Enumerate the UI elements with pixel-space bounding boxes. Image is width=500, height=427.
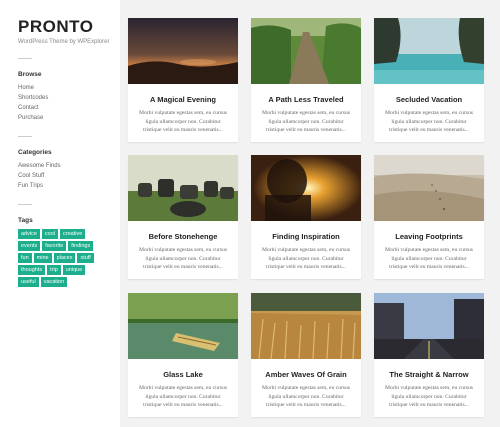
post-thumbnail[interactable] (128, 18, 238, 84)
categories-heading: Categories (18, 149, 52, 156)
post-card: Before Stonehenge Morbi vulputate egesta… (128, 155, 238, 279)
post-title[interactable]: A Path Less Traveled (251, 95, 361, 104)
browse-heading: Browse (18, 71, 42, 78)
post-excerpt: Morbi vulputate egestas sem, eu cursus l… (262, 385, 350, 409)
tag-fun[interactable]: fun (18, 253, 32, 263)
tag-mine[interactable]: mine (33, 253, 52, 263)
post-card: Leaving Footprints Morbi vulputate egest… (374, 155, 484, 279)
tag-cloud: advice cool creative events favorite fin… (18, 229, 100, 287)
tag-useful[interactable]: useful (18, 277, 39, 287)
tag-stuff[interactable]: stuff (77, 253, 94, 263)
tag-findings[interactable]: findings (68, 241, 94, 251)
post-title[interactable]: Secluded Vacation (374, 95, 484, 104)
category-link-cool-stuff[interactable]: Cool Stuff (18, 171, 120, 181)
sidebar: PRONTO WordPress Theme by WPExplorer Bro… (0, 0, 120, 427)
post-title[interactable]: Amber Waves Of Grain (251, 370, 361, 379)
category-link-fun-trips[interactable]: Fun Trips (18, 181, 120, 191)
divider (18, 204, 32, 205)
post-card: Secluded Vacation Morbi vulputate egesta… (374, 18, 484, 142)
post-thumbnail[interactable] (128, 293, 238, 359)
post-title[interactable]: Finding Inspiration (251, 232, 361, 241)
post-excerpt: Morbi vulputate egestas sem, eu cursus l… (385, 110, 473, 134)
nav-link-contact[interactable]: Contact (18, 103, 120, 113)
post-title[interactable]: Glass Lake (128, 370, 238, 379)
tag-places[interactable]: places (53, 253, 76, 263)
divider (18, 58, 32, 59)
divider (18, 136, 32, 137)
post-card: Amber Waves Of Grain Morbi vulputate ege… (251, 293, 361, 417)
nav-link-home[interactable]: Home (18, 83, 120, 93)
post-title[interactable]: The Straight & Narrow (374, 370, 484, 379)
site-tagline: WordPress Theme by WPExplorer (18, 39, 110, 45)
tag-unique[interactable]: unique (62, 265, 86, 275)
post-title[interactable]: A Magical Evening (128, 95, 238, 104)
tag-creative[interactable]: creative (60, 229, 86, 239)
post-thumbnail[interactable] (374, 18, 484, 84)
post-thumbnail[interactable] (251, 155, 361, 221)
tag-advice[interactable]: advice (18, 229, 40, 239)
tag-trip[interactable]: trip (47, 265, 61, 275)
post-excerpt: Morbi vulputate egestas sem, eu cursus l… (262, 110, 350, 134)
post-card: A Magical Evening Morbi vulputate egesta… (128, 18, 238, 142)
post-thumbnail[interactable] (251, 18, 361, 84)
post-card: A Path Less Traveled Morbi vulputate ege… (251, 18, 361, 142)
post-excerpt: Morbi vulputate egestas sem, eu cursus l… (139, 385, 227, 409)
post-excerpt: Morbi vulputate egestas sem, eu cursus l… (385, 385, 473, 409)
post-title[interactable]: Before Stonehenge (128, 232, 238, 241)
nav-link-purchase[interactable]: Purchase (18, 113, 120, 123)
post-thumbnail[interactable] (128, 155, 238, 221)
post-thumbnail[interactable] (374, 155, 484, 221)
tag-cool[interactable]: cool (41, 229, 58, 239)
tags-heading: Tags (18, 217, 33, 224)
post-card: Finding Inspiration Morbi vulputate eges… (251, 155, 361, 279)
category-link-awesome-finds[interactable]: Awesome Finds (18, 161, 120, 171)
post-excerpt: Morbi vulputate egestas sem, eu cursus l… (262, 247, 350, 271)
post-excerpt: Morbi vulputate egestas sem, eu cursus l… (385, 247, 473, 271)
post-excerpt: Morbi vulputate egestas sem, eu cursus l… (139, 247, 227, 271)
tag-favorite[interactable]: favorite (42, 241, 67, 251)
tag-vacation[interactable]: vacation (40, 277, 68, 287)
site-title[interactable]: PRONTO (18, 18, 120, 35)
tag-thoughts[interactable]: thoughts (18, 265, 46, 275)
post-thumbnail[interactable] (374, 293, 484, 359)
nav-link-shortcodes[interactable]: Shortcodes (18, 93, 120, 103)
post-excerpt: Morbi vulputate egestas sem, eu cursus l… (139, 110, 227, 134)
post-thumbnail[interactable] (251, 293, 361, 359)
post-card: The Straight & Narrow Morbi vulputate eg… (374, 293, 484, 417)
tag-events[interactable]: events (18, 241, 41, 251)
post-title[interactable]: Leaving Footprints (374, 232, 484, 241)
post-card: Glass Lake Morbi vulputate egestas sem, … (128, 293, 238, 417)
